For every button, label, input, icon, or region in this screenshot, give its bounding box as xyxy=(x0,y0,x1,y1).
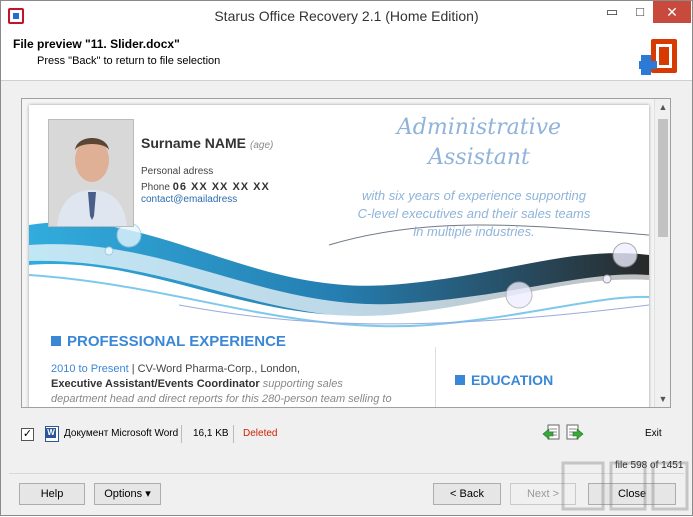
file-status: Deleted xyxy=(243,428,278,439)
app-window: Starus Office Recovery 2.1 (Home Edition… xyxy=(0,0,693,516)
bullet-square-icon xyxy=(51,336,61,346)
experience-period: 2010 to Present xyxy=(51,363,129,375)
scroll-up-button[interactable]: ▲ xyxy=(655,99,671,115)
tagline-line-3: in multiple industries. xyxy=(413,224,535,239)
file-select-checkbox[interactable]: ✓ xyxy=(21,428,34,441)
education-heading: EDUCATION xyxy=(455,372,553,388)
age-text: (age) xyxy=(250,140,274,151)
job-title-line-2: Assistant xyxy=(428,145,530,170)
bullet-square-icon xyxy=(455,375,465,385)
separator xyxy=(181,425,182,443)
file-info-bar: ✓ Документ Microsoft Word 16,1 KB Delete… xyxy=(1,419,692,449)
window-title: Starus Office Recovery 2.1 (Home Edition… xyxy=(214,8,479,24)
experience-period-line: 2010 to Present | CV-Word Pharma-Corp., … xyxy=(51,363,300,375)
separator xyxy=(233,425,234,443)
options-button[interactable]: Options ▾ xyxy=(94,483,161,505)
experience-heading-text: PROFESSIONAL EXPERIENCE xyxy=(67,333,286,350)
preview-viewport: Surname NAME (age) Personal adress Phone … xyxy=(22,99,654,407)
next-button[interactable]: Next > xyxy=(510,483,576,505)
next-file-icon[interactable] xyxy=(565,423,584,442)
page-subtitle: Press "Back" to return to file selection xyxy=(37,55,221,67)
document-preview[interactable]: Surname NAME (age) Personal adress Phone … xyxy=(21,98,671,408)
education-heading-text: EDUCATION xyxy=(471,372,554,388)
experience-role-line: Executive Assistant/Events Coordinator s… xyxy=(51,378,343,390)
document-page: Surname NAME (age) Personal adress Phone … xyxy=(29,105,649,407)
office-logo-icon xyxy=(639,39,677,75)
back-button[interactable]: < Back xyxy=(433,483,501,505)
tagline-line-1: with six years of experience supporting xyxy=(361,188,586,203)
close-window-button[interactable]: ✕ xyxy=(653,1,691,23)
column-divider xyxy=(435,347,436,407)
help-button[interactable]: Help xyxy=(19,483,85,505)
scroll-down-button[interactable]: ▼ xyxy=(655,391,671,407)
file-size: 16,1 KB xyxy=(193,428,229,439)
maximize-button[interactable]: □ xyxy=(625,1,655,23)
tagline-line-2: C-level executives and their sales teams xyxy=(357,206,591,221)
file-counter: file 598 of 1451 xyxy=(615,460,684,471)
title-bar: Starus Office Recovery 2.1 (Home Edition… xyxy=(1,1,692,31)
experience-company: | CV-Word Pharma-Corp., London, xyxy=(131,363,301,375)
previous-file-icon[interactable] xyxy=(542,423,561,442)
name-text: Surname NAME xyxy=(141,135,247,151)
vertical-scrollbar[interactable]: ▲ ▼ xyxy=(654,99,670,407)
close-button[interactable]: Close xyxy=(588,483,676,505)
scroll-thumb[interactable] xyxy=(658,119,668,237)
address-text: Personal adress xyxy=(141,166,214,177)
job-title-line-1: Administrative xyxy=(396,115,562,140)
bottom-separator xyxy=(9,473,684,474)
job-title: Administrative Assistant xyxy=(329,113,629,173)
tagline: with six years of experience supporting … xyxy=(309,187,639,241)
page-title: File preview "11. Slider.docx" xyxy=(13,37,180,51)
phone-line: Phone 06 XX XX XX XX xyxy=(141,181,270,193)
candidate-name: Surname NAME (age) xyxy=(141,135,273,151)
email-text: contact@emailadress xyxy=(141,194,238,205)
experience-role: Executive Assistant/Events Coordinator xyxy=(51,378,260,390)
phone-number: 06 XX XX XX XX xyxy=(172,181,270,193)
minimize-button[interactable]: ▭ xyxy=(597,1,627,23)
file-type: Документ Microsoft Word xyxy=(64,428,179,439)
experience-heading: PROFESSIONAL EXPERIENCE xyxy=(51,333,286,350)
phone-label: Phone xyxy=(141,182,170,193)
experience-role-desc: supporting sales xyxy=(262,378,343,390)
wizard-header: File preview "11. Slider.docx" Press "Ba… xyxy=(1,31,692,81)
profile-photo xyxy=(48,119,134,227)
experience-description: department head and direct reports for t… xyxy=(51,393,392,405)
word-document-icon xyxy=(45,426,59,442)
exit-link[interactable]: Exit xyxy=(645,428,662,439)
